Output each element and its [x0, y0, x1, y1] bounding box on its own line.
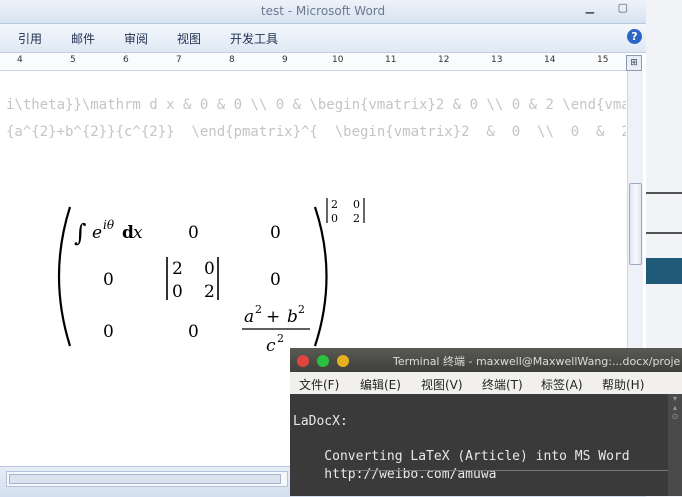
ruler-tick: 11	[385, 55, 397, 65]
ruler-tick: 4	[17, 55, 23, 65]
terminal-line: LaDocX:	[293, 414, 348, 429]
rendered-equation: ∫ e iθ d x 0 0 0 2 0 0 2 0 0 0 a 2 + b 2…	[57, 198, 365, 356]
menu-edit[interactable]: 编辑(E)	[360, 376, 401, 393]
close-button[interactable]	[297, 355, 309, 367]
ruler-tick: 8	[229, 55, 235, 65]
ruler-tick: 13	[491, 55, 503, 65]
terminal-output[interactable]: LaDocX: Converting LaTeX (Article) into …	[290, 394, 682, 496]
tab-view[interactable]: 视图	[177, 30, 201, 47]
view-ruler-icon[interactable]: ⊞	[626, 55, 642, 71]
eq-exponent: iθ	[103, 218, 115, 232]
ruler-tick: 15	[597, 55, 609, 65]
ruler-tick: 12	[438, 55, 450, 65]
word-titlebar: test - Microsoft Word ▁ ▢	[0, 0, 646, 24]
terminal-menubar: 文件(F) 编辑(E) 视图(V) 终端(T) 标签(A) 帮助(H)	[290, 372, 682, 394]
ruler-tick: 10	[332, 55, 344, 65]
sup-matrix-cell: 2	[353, 212, 360, 225]
integral-sign: ∫	[74, 219, 87, 247]
ruler-tick: 14	[544, 55, 556, 65]
terminal-window: Terminal 终端 - maxwell@MaxwellWang:...doc…	[290, 348, 682, 496]
window-title: test - Microsoft Word	[260, 4, 386, 18]
help-icon[interactable]: ?	[627, 29, 642, 44]
vmatrix-cell: 2	[204, 282, 215, 302]
menu-help[interactable]: 帮助(H)	[602, 376, 644, 393]
matrix-cell: 0	[188, 322, 199, 342]
fraction-b: b	[287, 307, 298, 327]
tab-review[interactable]: 审阅	[124, 30, 148, 47]
ribbon: 引用 邮件 审阅 视图 开发工具 ?	[0, 24, 646, 53]
terminal-titlebar: Terminal 终端 - maxwell@MaxwellWang:...doc…	[290, 348, 682, 372]
sup-matrix-cell: 0	[331, 212, 338, 225]
sup-matrix-cell: 2	[331, 198, 338, 211]
divider	[646, 192, 682, 194]
fraction-a: a	[244, 307, 254, 327]
menu-tabs[interactable]: 标签(A)	[541, 376, 583, 393]
menu-terminal[interactable]: 终端(T)	[482, 376, 523, 393]
vmatrix-cell: 0	[204, 259, 215, 279]
fraction-plus: +	[266, 307, 280, 327]
matrix-cell: 0	[270, 223, 281, 243]
ruler-tick: 5	[70, 55, 76, 65]
horizontal-scrollbar[interactable]	[6, 471, 288, 487]
terminal-line: Converting LaTeX (Article) into MS Word	[293, 449, 630, 464]
zoom-button[interactable]	[337, 355, 349, 367]
horizontal-scrollbar-thumb[interactable]	[9, 474, 281, 484]
vmatrix-cell: 0	[172, 282, 183, 302]
matrix-cell: 0	[270, 270, 281, 290]
vmatrix-cell: 2	[172, 259, 183, 279]
scrollbar-thumb[interactable]	[629, 183, 642, 265]
background-panel	[646, 258, 682, 284]
fraction-c-exp: 2	[277, 332, 284, 345]
ruler-tick: 7	[176, 55, 182, 65]
menu-view[interactable]: 视图(V)	[421, 376, 463, 393]
horizontal-ruler[interactable]: 4 5 6 7 8 9 10 11 12 13 14 15	[0, 53, 626, 71]
tab-references[interactable]: 引用	[18, 30, 42, 47]
fraction-b-exp: 2	[298, 303, 305, 316]
fraction-c: c	[266, 336, 276, 356]
terminal-title: Terminal 终端 - maxwell@MaxwellWang:...doc…	[393, 355, 681, 368]
ruler-tick: 6	[123, 55, 129, 65]
matrix-cell: 0	[188, 223, 199, 243]
minimize-button[interactable]	[317, 355, 329, 367]
ruler-tick: 9	[282, 55, 288, 65]
matrix-cell: 0	[103, 322, 114, 342]
sup-matrix-cell: 0	[353, 198, 360, 211]
dock-overlay	[346, 470, 676, 485]
window-controls[interactable]: ▁ ▢	[586, 1, 638, 14]
divider	[646, 232, 682, 234]
eq-x: x	[133, 223, 143, 243]
tab-developer[interactable]: 开发工具	[230, 30, 278, 47]
tab-mailings[interactable]: 邮件	[71, 30, 95, 47]
eq-e: e	[92, 223, 102, 243]
fraction-a-exp: 2	[255, 303, 262, 316]
menu-file[interactable]: 文件(F)	[299, 376, 339, 393]
terminal-scrollbar[interactable]: ▾ ▴ ⊙	[668, 394, 682, 496]
matrix-cell: 0	[103, 270, 114, 290]
